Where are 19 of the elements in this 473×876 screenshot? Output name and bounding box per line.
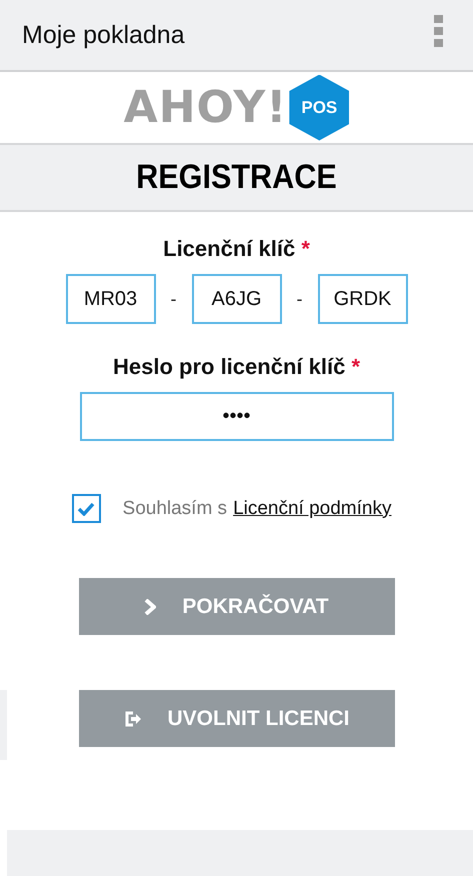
terms-link[interactable]: Licenční podmínky	[233, 498, 392, 520]
field-label: Heslo pro licenční klíč *	[113, 354, 360, 380]
password-field[interactable]: ••••	[80, 392, 394, 441]
logo-badge: POS	[289, 74, 350, 140]
input-field[interactable]: MR03	[66, 274, 156, 324]
chevron-right-icon	[144, 598, 156, 614]
app-title: Moje pokladna	[22, 20, 185, 50]
field-label: Licenční klíč *	[163, 236, 310, 262]
input-field[interactable]: GRDK	[318, 274, 408, 324]
separator-text: -	[296, 288, 304, 310]
menu-button[interactable]	[433, 15, 443, 47]
exit-icon	[124, 710, 142, 726]
checkbox[interactable]	[72, 494, 101, 523]
separator-text: -	[170, 288, 178, 310]
agreement-text: Souhlasím s	[122, 498, 228, 520]
check-icon	[77, 502, 96, 516]
logo-wordmark: AHOY!	[124, 82, 288, 133]
input-field[interactable]: A6JG	[192, 274, 282, 324]
page-heading: REGISTRACE	[136, 158, 337, 197]
